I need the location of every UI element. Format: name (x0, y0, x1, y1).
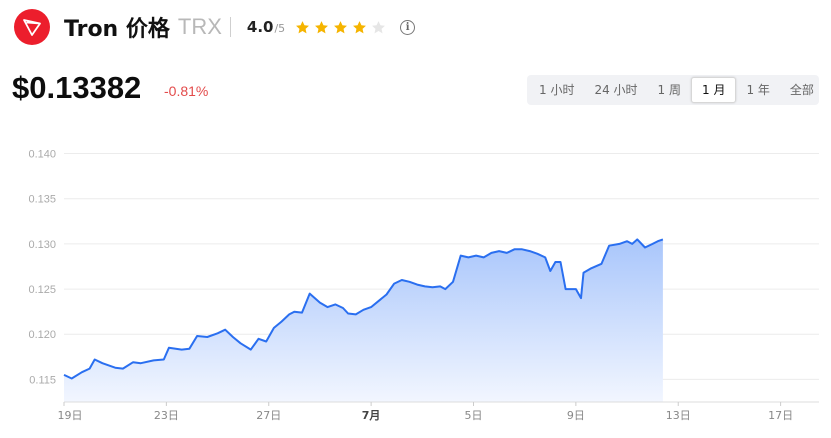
timeframe-tabs: 1 小时 24 小时 1 周1 月1 年全部 (527, 75, 819, 105)
star-icon (353, 20, 367, 33)
star-icon (372, 20, 386, 33)
price-change: -0.81% (164, 83, 209, 99)
x-axis: 19日 23日 27日 7月 5日 9日 13日 17日 (58, 402, 793, 422)
x-tick-label: 23日 (154, 409, 179, 422)
star-icon (315, 20, 329, 33)
rating-value: 4.0 (246, 18, 274, 36)
header-divider (229, 17, 231, 37)
y-tick-label: 0.140 (28, 149, 56, 161)
price-chart: 0.140 0.135 0.130 0.125 0.120 0.115 19日 23日 27日… (28, 149, 819, 422)
y-tick-label: 0.115 (29, 374, 56, 386)
tab-timeframe[interactable]: 1 月 (691, 77, 737, 103)
tab-timeframe[interactable]: 1 小时 (529, 77, 584, 103)
rating: 4.0 /5 (247, 18, 285, 36)
y-tick-label: 0.120 (28, 329, 56, 341)
current-price: $0.13382 (12, 70, 142, 105)
x-tick-label: 19日 (58, 409, 83, 422)
x-tick-label: 13日 (666, 409, 691, 422)
rating-max: /5 (274, 22, 286, 35)
star-icon (296, 20, 310, 33)
y-tick-label: 0.135 (28, 194, 56, 206)
tab-timeframe[interactable]: 全部 (780, 77, 824, 103)
tab-timeframe[interactable]: 24 小时 (584, 77, 647, 103)
tron-logo-icon (14, 9, 50, 45)
price-area (64, 239, 663, 402)
x-tick-label: 7月 (362, 409, 381, 422)
coin-symbol: TRX (177, 14, 222, 39)
star-icon (334, 20, 348, 33)
x-tick-label: 17日 (768, 409, 793, 422)
x-tick-label: 27日 (256, 409, 281, 422)
x-tick-label: 5日 (464, 409, 482, 422)
y-axis: 0.140 0.135 0.130 0.125 0.120 0.115 (28, 149, 56, 387)
y-tick-label: 0.130 (28, 239, 56, 251)
x-tick-label: 9日 (567, 409, 585, 422)
coin-header: Tron 价格 TRX 4.0 /5 i (14, 8, 416, 46)
y-tick-label: 0.125 (28, 284, 56, 296)
info-icon[interactable]: i (400, 19, 416, 35)
coin-name: Tron 价格 (64, 17, 170, 42)
rating-stars (295, 20, 386, 35)
tab-timeframe[interactable]: 1 年 (736, 77, 779, 103)
tab-timeframe[interactable]: 1 周 (648, 77, 691, 103)
